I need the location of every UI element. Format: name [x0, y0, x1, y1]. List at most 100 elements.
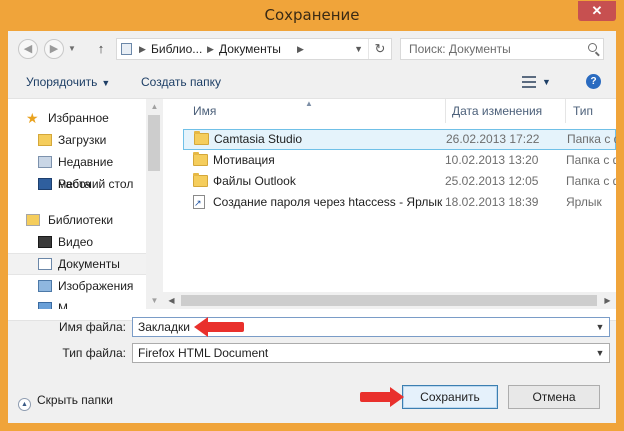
search-input[interactable]: Поиск: Документы [400, 38, 604, 60]
organize-label: Упорядочить [26, 75, 98, 89]
desktop-icon [38, 178, 52, 190]
window-title: Сохранение [264, 6, 360, 24]
breadcrumb-libraries[interactable]: Библио... [151, 39, 202, 59]
scroll-up-icon[interactable]: ▲ [146, 99, 163, 115]
nav-item-label: Рабочий стол [58, 177, 134, 191]
file-row[interactable]: Создание пароля через htaccess - Ярлык 1… [183, 192, 616, 214]
file-type: Папка с ф [566, 174, 616, 188]
history-dropdown-icon[interactable]: ▼ [68, 39, 76, 59]
nav-item-label: Библиотеки [48, 213, 114, 227]
file-row[interactable]: Файлы Outlook 25.02.2013 12:05 Папка с ф [183, 171, 616, 192]
nav-item-images[interactable]: Изображения [8, 275, 146, 297]
chevron-down-icon[interactable]: ▼ [591, 318, 609, 336]
nav-item-video[interactable]: Видео [8, 231, 146, 253]
column-header-type[interactable]: Тип [573, 99, 593, 123]
file-date: 10.02.2013 13:20 [445, 153, 539, 167]
scroll-down-icon[interactable]: ▼ [146, 293, 163, 309]
file-name: Создание пароля через htaccess - Ярлык [213, 195, 443, 209]
nav-item-favorites[interactable]: ★ Избранное [8, 107, 146, 129]
file-list: Имя ▲ Дата изменения Тип Camtasia Studio… [163, 99, 616, 309]
nav-item-music[interactable]: М [8, 297, 146, 309]
browser-panes: ★ Избранное Загрузки Недавние места Рабо… [8, 98, 616, 321]
chevron-down-icon[interactable]: ▼ [591, 344, 609, 362]
hide-folders-button[interactable]: ▲ Скрыть папки [18, 392, 113, 411]
file-name: Camtasia Studio [214, 132, 303, 146]
music-icon [38, 302, 52, 309]
breadcrumb-separator-icon[interactable]: ▶ [207, 39, 214, 59]
column-separator[interactable] [565, 99, 566, 123]
star-icon: ★ [26, 110, 39, 126]
filetype-label: Тип файла: [62, 346, 126, 360]
recent-places-icon [38, 156, 52, 168]
scroll-left-icon[interactable]: ◀ [163, 292, 180, 309]
file-row[interactable]: Camtasia Studio 26.02.2013 17:22 Папка с… [183, 129, 616, 150]
file-list-horizontal-scrollbar[interactable]: ◀ ▶ [163, 292, 616, 309]
filename-label: Имя файла: [59, 320, 126, 334]
new-folder-button[interactable]: Создать папку [141, 67, 221, 97]
save-dialog-window: Сохранение ✕ ◀ ▶ ▼ ↑ ▶ Библио... ▶ Докум… [0, 0, 624, 431]
nav-item-label: Загрузки [58, 133, 107, 147]
column-header-name[interactable]: Имя [193, 99, 216, 123]
navigation-scrollbar[interactable]: ▲ ▼ [146, 99, 163, 309]
view-options-icon[interactable] [522, 76, 536, 88]
scrollbar-thumb[interactable] [148, 115, 160, 171]
file-name: Файлы Outlook [213, 174, 296, 188]
libraries-icon [26, 214, 40, 226]
close-button[interactable]: ✕ [578, 1, 616, 21]
up-folder-button[interactable]: ↑ [92, 39, 110, 59]
filename-value: Закладки [138, 320, 190, 334]
nav-item-label: Изображения [58, 279, 134, 293]
file-date: 26.02.2013 17:22 [446, 132, 540, 146]
search-icon [588, 43, 597, 52]
back-button[interactable]: ◀ [18, 39, 38, 59]
column-header-label: Имя [193, 104, 217, 118]
navigation-pane: ★ Избранное Загрузки Недавние места Рабо… [8, 99, 163, 309]
nav-item-label: М [58, 301, 68, 309]
chevron-down-icon: ▼ [101, 78, 111, 88]
sort-ascending-icon: ▲ [305, 99, 313, 108]
nav-item-desktop[interactable]: Рабочий стол [8, 173, 146, 195]
documents-icon [121, 43, 132, 55]
scroll-right-icon[interactable]: ▶ [599, 292, 616, 309]
view-dropdown-icon[interactable]: ▼ [542, 67, 551, 97]
documents-icon [38, 258, 52, 270]
pointer-arrow-icon [360, 387, 406, 407]
cancel-button[interactable]: Отмена [508, 385, 600, 409]
address-history-chevron-icon[interactable]: ▼ [354, 39, 363, 59]
save-button[interactable]: Сохранить [402, 385, 498, 409]
filetype-select[interactable]: Firefox HTML Document ▼ [132, 343, 610, 363]
nav-item-libraries[interactable]: Библиотеки [8, 209, 146, 231]
nav-item-recent-places[interactable]: Недавние места [8, 151, 146, 191]
file-row[interactable]: Мотивация 10.02.2013 13:20 Папка с ф [183, 150, 616, 171]
title-bar[interactable]: Сохранение ✕ [0, 0, 624, 31]
file-date: 25.02.2013 12:05 [445, 174, 539, 188]
pointer-arrow-icon [194, 317, 244, 337]
column-separator[interactable] [445, 99, 446, 123]
file-date: 18.02.2013 18:39 [445, 195, 539, 209]
filetype-value: Firefox HTML Document [138, 346, 269, 360]
forward-button[interactable]: ▶ [44, 39, 64, 59]
command-bar: Упорядочить ▼ Создать папку ▼ ? [8, 67, 616, 97]
nav-item-label: Документы [58, 257, 120, 271]
nav-item-documents[interactable]: Документы [8, 253, 146, 275]
scrollbar-thumb[interactable] [181, 295, 597, 306]
refresh-icon[interactable]: ↻ [368, 39, 391, 59]
downloads-icon [38, 134, 52, 146]
breadcrumb-documents[interactable]: Документы [219, 39, 281, 59]
nav-item-label: Избранное [48, 111, 109, 125]
folder-icon [194, 131, 209, 145]
nav-item-downloads[interactable]: Загрузки [8, 129, 146, 151]
nav-item-label: Видео [58, 235, 94, 249]
file-type: Папка с ф [566, 153, 616, 167]
help-icon[interactable]: ? [586, 74, 601, 89]
search-placeholder: Поиск: Документы [409, 42, 511, 56]
breadcrumb-separator-icon[interactable]: ▶ [139, 39, 146, 59]
breadcrumb-separator-icon[interactable]: ▶ [297, 39, 304, 59]
column-header-date[interactable]: Дата изменения [452, 99, 542, 123]
chevron-up-icon: ▲ [18, 398, 31, 411]
dialog-body: ◀ ▶ ▼ ↑ ▶ Библио... ▶ Документы ▶ ▼ ↻ По… [8, 31, 616, 423]
address-bar[interactable]: ▶ Библио... ▶ Документы ▶ ▼ ↻ [116, 38, 392, 60]
organize-button[interactable]: Упорядочить ▼ [26, 67, 110, 97]
images-icon [38, 280, 52, 292]
folder-icon [193, 152, 208, 166]
